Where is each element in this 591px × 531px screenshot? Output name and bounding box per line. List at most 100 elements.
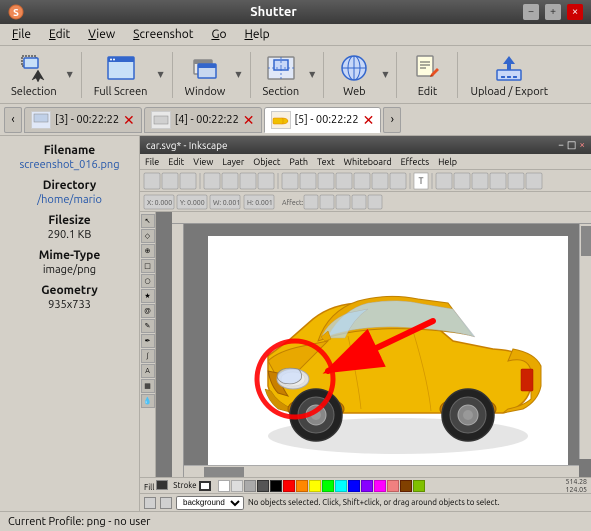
upload-icon bbox=[493, 52, 525, 84]
tool-star[interactable]: ★ bbox=[141, 289, 155, 303]
inkscape-close[interactable]: × bbox=[579, 139, 585, 151]
color-darkgray[interactable] bbox=[257, 480, 269, 492]
web-button[interactable]: Web bbox=[329, 49, 379, 101]
color-black[interactable] bbox=[270, 480, 282, 492]
menu-screenshot[interactable]: Screenshot bbox=[125, 26, 201, 43]
tool-pen[interactable]: ✒ bbox=[141, 334, 155, 348]
menu-edit[interactable]: Edit bbox=[41, 26, 78, 43]
tool-node[interactable]: ◇ bbox=[141, 229, 155, 243]
selection-dropdown[interactable]: ▼ bbox=[64, 49, 76, 101]
upload-button[interactable]: Upload / Export bbox=[463, 49, 555, 101]
color-olive[interactable] bbox=[413, 480, 425, 492]
color-magenta[interactable] bbox=[374, 480, 386, 492]
section-label: Section bbox=[263, 86, 300, 98]
selection-group: Selection ▼ bbox=[4, 49, 76, 101]
horizontal-scrollbar-thumb[interactable] bbox=[204, 467, 244, 477]
inkscape-menu-file[interactable]: File bbox=[142, 157, 162, 167]
toolbar-separator-4 bbox=[323, 52, 324, 98]
svg-canvas[interactable] bbox=[208, 236, 568, 466]
inkscape-menu-view[interactable]: View bbox=[190, 157, 216, 167]
web-icon bbox=[338, 52, 370, 84]
inkscape-menu-object[interactable]: Object bbox=[250, 157, 283, 167]
inkscape-menu-layer[interactable]: Layer bbox=[219, 157, 247, 167]
tool-rect[interactable]: □ bbox=[141, 259, 155, 273]
maximize-button[interactable]: + bbox=[545, 4, 561, 20]
tab-3-close[interactable]: ✕ bbox=[123, 113, 135, 127]
layer-select[interactable]: background bbox=[176, 496, 244, 510]
color-blue[interactable] bbox=[348, 480, 360, 492]
filename-value: screenshot_016.png bbox=[8, 159, 131, 171]
window-button[interactable]: Window bbox=[178, 49, 233, 101]
inkscape-menu-edit[interactable]: Edit bbox=[165, 157, 187, 167]
chevron-down-icon-2: ▼ bbox=[157, 70, 163, 79]
tool-gradient[interactable]: ▦ bbox=[141, 379, 155, 393]
fullscreen-dropdown[interactable]: ▼ bbox=[154, 49, 166, 101]
tool-dropper[interactable]: 💧 bbox=[141, 394, 155, 408]
minimize-button[interactable]: − bbox=[523, 4, 539, 20]
tab-4-thumbnail bbox=[151, 111, 171, 129]
filesize-label: Filesize bbox=[8, 214, 131, 227]
section-icon bbox=[265, 52, 297, 84]
color-red[interactable] bbox=[283, 480, 295, 492]
color-gray[interactable] bbox=[244, 480, 256, 492]
coord-y: 124.05 bbox=[566, 486, 587, 494]
color-white[interactable] bbox=[218, 480, 230, 492]
color-yellow[interactable] bbox=[309, 480, 321, 492]
window-controls: − + × bbox=[523, 4, 583, 20]
fullscreen-button[interactable]: Full Screen bbox=[87, 49, 155, 101]
tool-pencil[interactable]: ✎ bbox=[141, 319, 155, 333]
inkscape-menu-whiteboard[interactable]: Whiteboard bbox=[341, 157, 395, 167]
close-button[interactable]: × bbox=[567, 4, 583, 20]
inkscape-menu-help[interactable]: Help bbox=[435, 157, 460, 167]
web-dropdown[interactable]: ▼ bbox=[379, 49, 391, 101]
horizontal-scrollbar[interactable] bbox=[184, 465, 579, 477]
tab-4-close[interactable]: ✕ bbox=[243, 113, 255, 127]
vertical-scrollbar-thumb[interactable] bbox=[581, 226, 591, 256]
color-lightgray[interactable] bbox=[231, 480, 243, 492]
tab-3[interactable]: [3] - 00:22:22 ✕ bbox=[24, 107, 142, 133]
stroke-swatch bbox=[199, 481, 211, 491]
window-icon bbox=[189, 52, 221, 84]
filename-label: Filename bbox=[8, 144, 131, 157]
canvas-inner[interactable] bbox=[184, 224, 591, 477]
tool-select[interactable]: ↖ bbox=[141, 214, 155, 228]
color-purple[interactable] bbox=[361, 480, 373, 492]
tab-5[interactable]: [5] - 00:22:22 ✕ bbox=[264, 107, 382, 133]
color-cyan[interactable] bbox=[335, 480, 347, 492]
tab-prev-button[interactable]: ‹ bbox=[4, 107, 22, 133]
color-orange[interactable] bbox=[296, 480, 308, 492]
menu-view[interactable]: View bbox=[80, 26, 123, 43]
menu-file[interactable]: File bbox=[4, 26, 39, 43]
tab-4[interactable]: [4] - 00:22:22 ✕ bbox=[144, 107, 262, 133]
color-brown[interactable] bbox=[400, 480, 412, 492]
menu-help[interactable]: Help bbox=[236, 26, 277, 43]
tool-zoom[interactable]: ⊕ bbox=[141, 244, 155, 258]
vertical-scrollbar[interactable] bbox=[579, 224, 591, 459]
selection-icon bbox=[18, 52, 50, 84]
coordinate-display: 514.28 124.05 bbox=[566, 478, 587, 494]
tool-circle[interactable]: ○ bbox=[141, 274, 155, 288]
tool-spiral[interactable]: @ bbox=[141, 304, 155, 318]
window-dropdown[interactable]: ▼ bbox=[232, 49, 244, 101]
selection-button[interactable]: Selection bbox=[4, 49, 64, 101]
inkscape-menu-path[interactable]: Path bbox=[286, 157, 311, 167]
section-dropdown[interactable]: ▼ bbox=[306, 49, 318, 101]
menu-go[interactable]: Go bbox=[203, 26, 234, 43]
inkscape-maximize[interactable]: □ bbox=[567, 139, 576, 151]
app-icon: S bbox=[8, 4, 24, 20]
inkscape-canvas[interactable] bbox=[156, 212, 591, 477]
tab-5-close[interactable]: ✕ bbox=[363, 113, 375, 127]
color-pink[interactable] bbox=[387, 480, 399, 492]
inkscape-minimize[interactable]: − bbox=[558, 139, 564, 151]
tool-text[interactable]: A bbox=[141, 364, 155, 378]
inkscape-menu-effects[interactable]: Effects bbox=[398, 157, 433, 167]
section-button[interactable]: Section bbox=[256, 49, 307, 101]
tool-calligraphy[interactable]: ∫ bbox=[141, 349, 155, 363]
inkscape-menu-text[interactable]: Text bbox=[314, 157, 338, 167]
tab-next-button[interactable]: › bbox=[383, 107, 401, 133]
coord-x: 514.28 bbox=[566, 478, 587, 486]
edit-button[interactable]: Edit bbox=[402, 49, 452, 101]
color-green[interactable] bbox=[322, 480, 334, 492]
toolbar-separator-2 bbox=[172, 52, 173, 98]
ruler-vertical bbox=[172, 224, 184, 477]
